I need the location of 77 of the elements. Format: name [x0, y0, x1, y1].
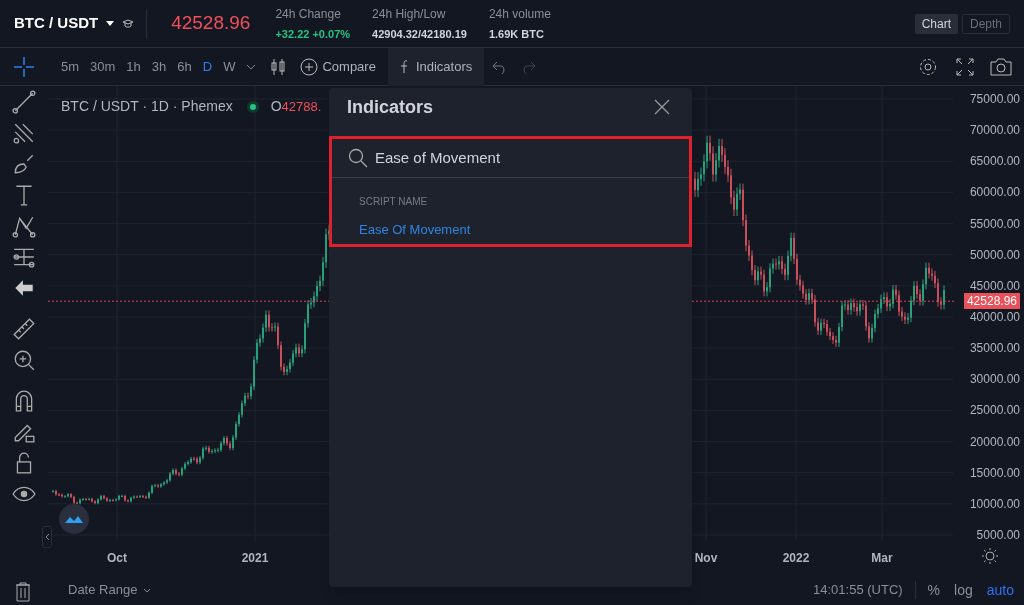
- interval-tab[interactable]: 3h: [146, 56, 172, 77]
- interval-tab[interactable]: 30m: [85, 56, 121, 77]
- search-icon: [348, 148, 368, 168]
- clock-text: 14:01:55 (UTC): [813, 581, 903, 600]
- indicators-button[interactable]: Indicators: [387, 47, 485, 86]
- time-tick-label: Oct: [107, 550, 127, 567]
- price-tick-label: 10000.00: [969, 497, 1020, 510]
- price-tick-label: 70000.00: [969, 124, 1020, 137]
- graduation-cap-icon[interactable]: [122, 18, 135, 29]
- scale-option[interactable]: log: [954, 579, 973, 601]
- price-tick-label: 15000.00: [969, 466, 1020, 479]
- price-tick-label: 30000.00: [969, 373, 1020, 386]
- stat-label: 24h Change: [275, 5, 342, 23]
- chevron-down-icon[interactable]: [246, 63, 257, 70]
- result-item[interactable]: Ease Of Movement: [332, 220, 689, 240]
- interval-tab[interactable]: D: [197, 56, 218, 77]
- price-tick-label: 65000.00: [969, 155, 1020, 168]
- collapse-button[interactable]: [42, 526, 52, 548]
- price-tick-label: 5000.00: [976, 528, 1020, 541]
- pattern-tool-icon[interactable]: [12, 214, 36, 238]
- date-range-dropdown[interactable]: Date Range: [68, 580, 152, 600]
- price-tick-label: 20000.00: [969, 435, 1020, 448]
- caret-icon[interactable]: [106, 20, 115, 27]
- zoom-in-icon[interactable]: [12, 348, 36, 372]
- ruler-icon[interactable]: [12, 317, 36, 341]
- chevron-down-icon: [143, 587, 152, 593]
- price-tick-label: 45000.00: [969, 279, 1020, 292]
- compare-button[interactable]: Compare: [300, 56, 376, 77]
- trash-icon[interactable]: [15, 582, 31, 602]
- scale-option[interactable]: %: [927, 579, 941, 601]
- settings-icon[interactable]: [918, 56, 938, 77]
- last-price-label: 42528.96: [963, 293, 1020, 310]
- stat-value: 42904.32/42180.19: [372, 26, 467, 42]
- interval-tab[interactable]: 5m: [56, 56, 85, 77]
- time-tick-label: 2021: [241, 550, 269, 567]
- stat-value: 1.69K BTC: [488, 26, 545, 42]
- search-field[interactable]: Ease of Movement: [375, 146, 655, 170]
- camera-icon[interactable]: [990, 57, 1012, 76]
- interval-tab[interactable]: W: [218, 56, 241, 77]
- price-tick-label: 60000.00: [969, 186, 1020, 199]
- price-tick-label: 35000.00: [969, 342, 1020, 355]
- open-value: 42788.: [281, 97, 322, 116]
- plus-circle-icon: [300, 57, 319, 76]
- line-tool-icon[interactable]: [12, 90, 36, 114]
- view-tab[interactable]: Chart: [914, 13, 958, 34]
- price-tick-label: 75000.00: [969, 93, 1020, 105]
- close-icon[interactable]: [654, 99, 670, 115]
- dialog-title: Indicators: [347, 95, 434, 119]
- interval-tab[interactable]: 6h: [172, 56, 197, 77]
- pair-title[interactable]: BTC / USDT: [14, 12, 99, 35]
- open-label: O: [270, 97, 282, 116]
- scale-option[interactable]: auto: [986, 579, 1014, 601]
- section-header: SCRIPT NAME: [358, 195, 429, 209]
- fork-tool-icon[interactable]: [12, 121, 36, 145]
- time-tick-label: Nov: [694, 550, 718, 567]
- theme-icon[interactable]: [982, 548, 998, 564]
- time-tick-label: Mar: [871, 550, 893, 567]
- crosshair-icon[interactable]: [12, 54, 36, 79]
- price-tick-label: 25000.00: [969, 404, 1020, 417]
- candles-icon[interactable]: [270, 57, 287, 76]
- stat-label: 24h volume: [488, 5, 551, 23]
- price-tick-label: 50000.00: [969, 248, 1020, 261]
- logo-icon[interactable]: [59, 504, 89, 534]
- time-tick-label: 2022: [782, 550, 810, 567]
- symbol-legend: BTC / USDT · 1D · Phemex: [61, 96, 233, 117]
- stat-value: +32.22 +0.07%: [275, 26, 351, 42]
- stat-label: 24h High/Low: [372, 5, 447, 23]
- view-tab[interactable]: Depth: [961, 13, 1010, 34]
- price-tick-label: 40000.00: [969, 310, 1020, 323]
- price-tick-label: 55000.00: [969, 217, 1020, 230]
- function-icon: [399, 59, 408, 74]
- chevron-left-icon: [44, 533, 50, 541]
- interval-tab[interactable]: 1h: [121, 56, 146, 77]
- last-price: 42528.96: [171, 11, 251, 36]
- brush-icon[interactable]: [12, 152, 36, 176]
- fullscreen-icon[interactable]: [956, 57, 974, 76]
- status-dot: [246, 100, 259, 113]
